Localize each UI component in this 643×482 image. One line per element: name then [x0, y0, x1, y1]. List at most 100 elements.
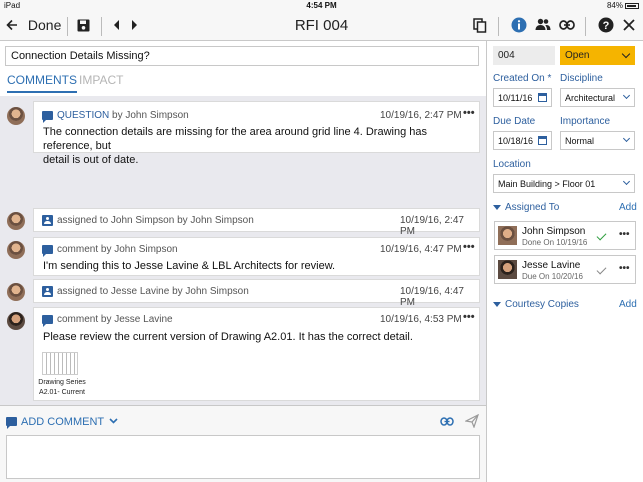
avatar: [498, 226, 517, 245]
attach-link-button[interactable]: [440, 417, 454, 429]
due-date-field[interactable]: 10/18/16: [493, 131, 552, 150]
copy-icon: [473, 18, 487, 33]
importance-label: Importance: [560, 116, 611, 127]
subject-area: Connection Details Missing? COMMENTS IMP…: [0, 41, 486, 96]
avatar: [7, 212, 25, 230]
calendar-icon: [538, 93, 547, 102]
comment-card: comment by Jesse Lavine 10/19/16, 4:53 P…: [33, 307, 480, 401]
activity-item: assigned to John Simpson by John Simpson…: [33, 208, 480, 237]
activity-text: assigned to Jesse Lavine by John Simpson: [57, 286, 249, 297]
drawing-thumbnail[interactable]: [42, 352, 78, 375]
more-options-icon[interactable]: •••: [619, 229, 630, 240]
calendar-icon: [538, 136, 547, 145]
rfi-number: 004: [493, 46, 555, 65]
question-author: by John Simpson: [112, 110, 189, 121]
assignee-card[interactable]: Jesse Lavine Due On 10/20/16 •••: [494, 255, 636, 284]
check-icon: [596, 264, 607, 275]
comment-meta: comment by Jesse Lavine: [57, 314, 173, 325]
link-icon: [559, 20, 575, 30]
discipline-select[interactable]: Architectural: [560, 88, 635, 107]
activity-date: 10/19/16, 2:47 PM: [400, 215, 464, 237]
courtesy-copies-header[interactable]: Courtesy Copies: [493, 299, 579, 310]
activity-date: 10/19/16, 4:47 PM: [400, 286, 464, 308]
avatar: [7, 241, 25, 259]
assigned-to-header[interactable]: Assigned To: [493, 202, 559, 213]
help-icon: ?: [598, 17, 614, 33]
question-date: 10/19/16, 2:47 PM: [380, 110, 462, 121]
tab-impact[interactable]: IMPACT: [79, 73, 123, 87]
copy-button[interactable]: [473, 18, 487, 36]
created-on-field[interactable]: 10/11/16: [493, 88, 552, 107]
close-button[interactable]: [623, 19, 635, 34]
discipline-label: Discipline: [560, 73, 603, 84]
collapse-icon: [493, 204, 501, 210]
battery-icon: [625, 2, 639, 9]
comment-meta: comment by John Simpson: [57, 244, 178, 255]
comment-icon: [42, 315, 53, 327]
activity-item: assigned to Jesse Lavine by John Simpson…: [33, 279, 480, 308]
battery-indicator: 84%: [607, 1, 639, 10]
link-button[interactable]: [559, 20, 575, 33]
question-meta: QUESTION by John Simpson: [57, 110, 189, 121]
chevron-down-icon: [622, 177, 631, 186]
comment-icon: [42, 245, 53, 257]
attachment-caption[interactable]: Drawing Series A2.01- Current: [38, 378, 86, 398]
comment-date: 10/19/16, 4:53 PM: [380, 314, 462, 325]
location-select[interactable]: Main Building > Floor 01: [493, 174, 635, 193]
status-dropdown[interactable]: Open: [560, 46, 635, 65]
chevron-down-icon: [109, 418, 118, 424]
add-comment-button[interactable]: ADD COMMENT: [21, 416, 118, 428]
subject-field[interactable]: Connection Details Missing?: [5, 46, 479, 66]
avatar: [498, 260, 517, 279]
assignee-name: Jesse Lavine: [522, 260, 581, 271]
due-date-label: Due Date: [493, 116, 536, 127]
comment-text: I'm sending this to Jesse Lavine & LBL A…: [43, 260, 336, 272]
svg-text:?: ?: [603, 20, 610, 32]
more-options-icon[interactable]: •••: [463, 107, 475, 119]
close-icon: [623, 19, 635, 31]
comment-date: 10/19/16, 4:47 PM: [380, 244, 462, 255]
details-pane: 004 Open Created On * Discipline 10/11/1…: [488, 41, 643, 482]
comment-icon: [6, 417, 17, 429]
assignee-card[interactable]: John Simpson Done On 10/19/16 •••: [494, 221, 636, 250]
send-icon: [464, 413, 480, 429]
question-text: The connection details are missing for t…: [43, 126, 427, 166]
chevron-down-icon: [622, 134, 631, 143]
assignee-status: Done On 10/19/16: [522, 238, 588, 247]
comments-pane: Connection Details Missing? COMMENTS IMP…: [0, 41, 487, 482]
avatar: [7, 312, 25, 330]
question-kind: QUESTION: [57, 110, 110, 121]
importance-select[interactable]: Normal: [560, 131, 635, 150]
assign-icon: [42, 215, 53, 226]
comment-composer: ADD COMMENT: [0, 405, 486, 482]
assignee-name: John Simpson: [522, 226, 586, 237]
more-options-icon[interactable]: •••: [463, 241, 475, 253]
people-icon: [535, 18, 551, 30]
comment-icon: [42, 111, 53, 123]
comment-text: Please review the current version of Dra…: [43, 331, 413, 343]
collapse-icon: [493, 301, 501, 307]
created-on-label: Created On *: [493, 73, 552, 84]
assign-icon: [42, 286, 53, 297]
help-button[interactable]: ?: [598, 17, 614, 36]
assignee-status: Due On 10/20/16: [522, 272, 583, 281]
toolbar: Done RFI 004 ?: [0, 12, 643, 41]
info-icon: [511, 17, 527, 33]
more-options-icon[interactable]: •••: [619, 263, 630, 274]
comment-card: comment by John Simpson 10/19/16, 4:47 P…: [33, 237, 480, 276]
add-courtesy-button[interactable]: Add: [619, 299, 637, 310]
send-button[interactable]: [464, 413, 480, 431]
status-bar: iPad 4:54 PM 84%: [0, 0, 643, 12]
activity-text: assigned to John Simpson by John Simpson: [57, 215, 254, 226]
tab-comments[interactable]: COMMENTS: [7, 73, 77, 93]
avatar: [7, 283, 25, 301]
people-button[interactable]: [535, 18, 551, 34]
add-assignee-button[interactable]: Add: [619, 202, 637, 213]
check-icon: [596, 230, 607, 241]
info-button[interactable]: [511, 17, 527, 36]
link-icon: [440, 417, 454, 426]
battery-percent: 84%: [606, 1, 623, 10]
question-card: QUESTION by John Simpson 10/19/16, 2:47 …: [33, 101, 480, 166]
more-options-icon[interactable]: •••: [463, 311, 475, 323]
comment-input[interactable]: [6, 435, 480, 479]
